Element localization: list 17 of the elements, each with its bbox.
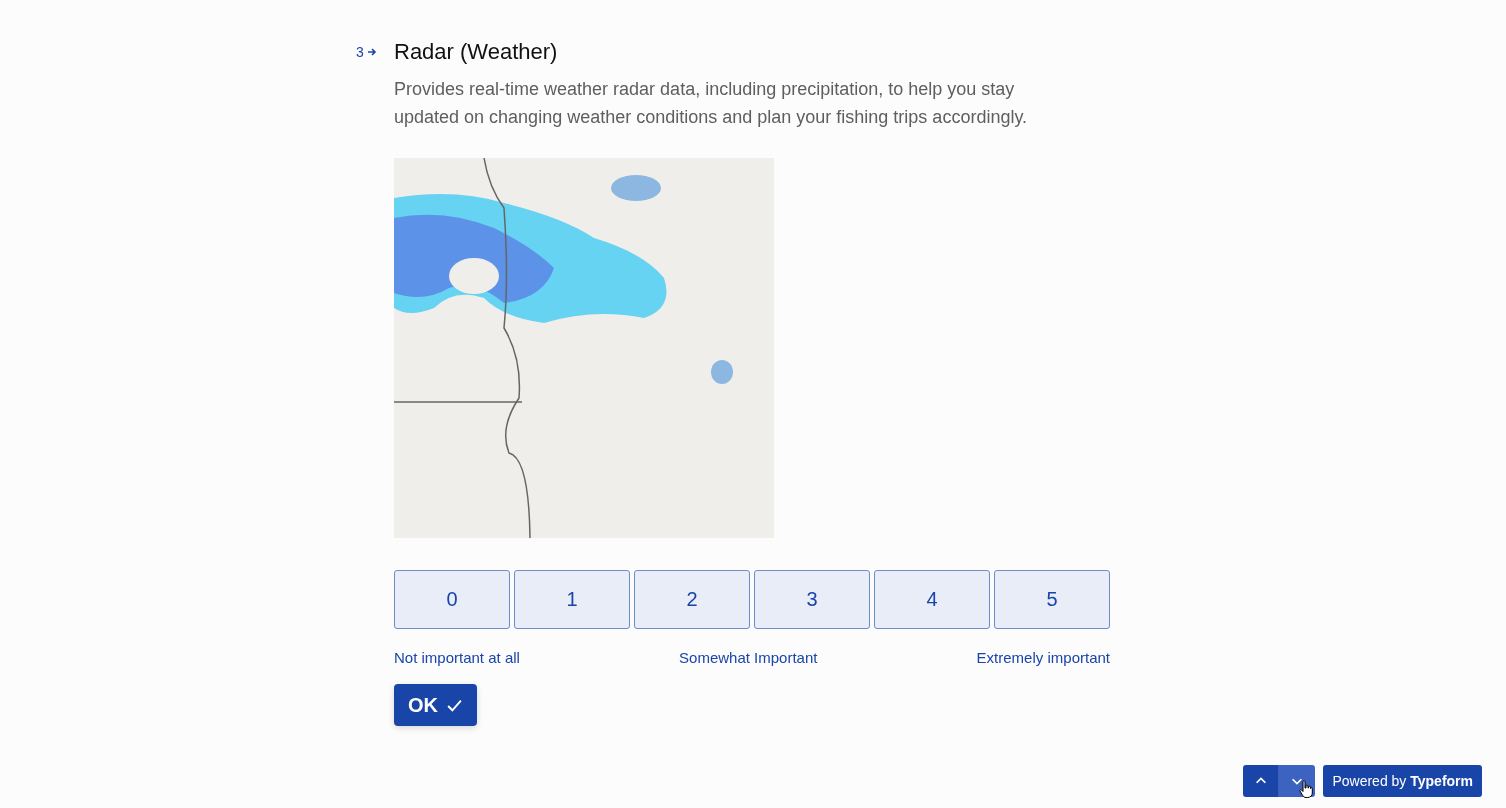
scale-label: Not important at all (394, 649, 520, 666)
scale-label: Somewhat Important (679, 649, 818, 666)
hand-cursor-icon (1299, 780, 1314, 798)
rating-option[interactable]: 5 (994, 570, 1110, 629)
question-description: Provides real-time weather radar data, including precipitation, to help you stay updated on changing weather conditions and plan your fishing trips accordingly. (394, 78, 1029, 129)
next-button[interactable] (1279, 765, 1316, 797)
question-title: Radar (Weather) (394, 38, 559, 66)
question-number: 3 (356, 44, 364, 60)
scale-label: Extremely important (976, 649, 1110, 666)
rating-option[interactable]: 3 (754, 570, 870, 629)
rating-option[interactable]: 4 (874, 570, 990, 629)
rating-option[interactable]: 0 (394, 570, 510, 629)
powered-by-link[interactable]: Powered by Typeform (1323, 765, 1482, 797)
arrow-icon (366, 47, 377, 57)
ok-button[interactable]: OK (394, 684, 477, 726)
rating-option[interactable]: 1 (514, 570, 630, 629)
rating-option[interactable]: 2 (634, 570, 750, 629)
